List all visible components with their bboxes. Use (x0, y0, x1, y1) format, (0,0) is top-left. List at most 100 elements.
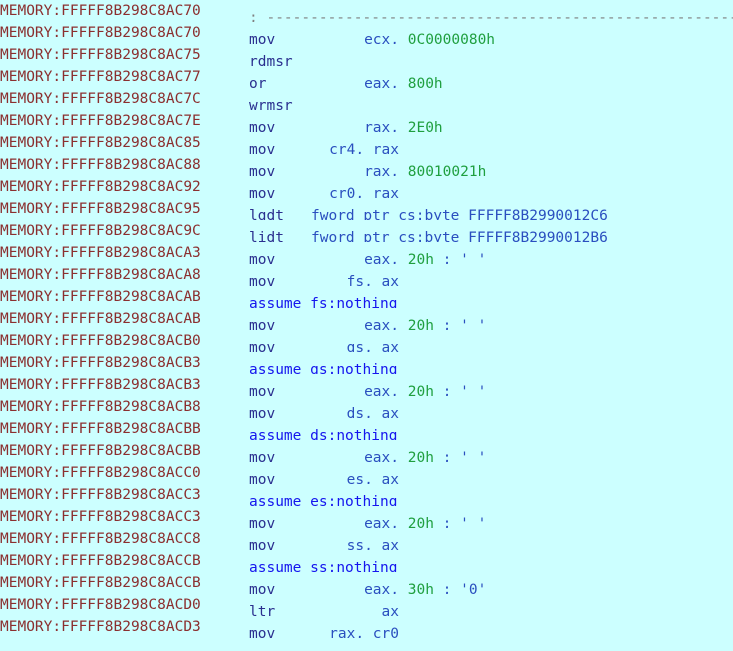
instruction-mnemonic: mov (249, 450, 276, 462)
instruction-operand[interactable]: eax, (311, 447, 399, 462)
instruction-mnemonic: mov (249, 274, 276, 286)
operand-spacer (399, 450, 408, 462)
line-address: MEMORY:FFFFF8B298C8AC7E (0, 113, 201, 129)
line-address: MEMORY:FFFFF8B298C8ACD3 (0, 619, 201, 635)
immediate-value[interactable]: 800h (408, 76, 443, 88)
disassembly-listing[interactable]: MEMORY:FFFFF8B298C8AC70 ; ---------------… (0, 0, 733, 651)
line-address: MEMORY:FFFFF8B298C8ACBB (0, 443, 201, 459)
instruction-mnemonic: mov (249, 582, 276, 594)
immediate-value[interactable]: 80010021h (408, 164, 487, 176)
instruction-operand[interactable]: es, ax (311, 469, 399, 484)
disassembly-line[interactable]: MEMORY:FFFFF8B298C8AC9C lidt fword ptr cs:… (0, 220, 733, 242)
line-address: MEMORY:FFFFF8B298C8AC77 (0, 69, 201, 85)
inline-comment: ; ' ' (442, 450, 487, 462)
instruction-operand[interactable]: rax, cr0 (311, 623, 399, 638)
instruction-operand[interactable]: fword ptr cs:byte_FFFFF8B2990012B6 (311, 230, 608, 242)
immediate-value[interactable]: 20h (408, 318, 434, 330)
disassembly-line[interactable]: MEMORY:FFFFF8B298C8ACBB assume ds:nothing (0, 418, 733, 440)
disassembly-line[interactable]: MEMORY:FFFFF8B298C8ACB3 mov eax, 20h ; ' ' (0, 374, 733, 396)
instruction-mnemonic: mov (249, 164, 276, 176)
directive-spacer (301, 362, 310, 374)
disassembly-line[interactable]: MEMORY:FFFFF8B298C8ACAB assume fs:nothing (0, 286, 733, 308)
instruction-operand[interactable]: eax, (311, 513, 399, 528)
instruction-operand[interactable]: cr0, rax (311, 183, 399, 198)
instruction-operand[interactable]: gs, ax (311, 337, 399, 352)
instruction-mnemonic: mov (249, 252, 276, 264)
disassembly-line[interactable]: MEMORY:FFFFF8B298C8AC77 or eax, 800h (0, 66, 733, 88)
disassembly-line[interactable]: MEMORY:FFFFF8B298C8AC70 ; ---------------… (0, 0, 733, 22)
instruction-mnemonic: mov (249, 120, 276, 132)
operand-spacer (399, 582, 408, 594)
line-address: MEMORY:FFFFF8B298C8AC70 (0, 3, 201, 19)
instruction-operand[interactable]: ds, ax (311, 403, 399, 418)
immediate-value[interactable]: 20h (408, 384, 434, 396)
line-address: MEMORY:FFFFF8B298C8ACB3 (0, 377, 201, 393)
immediate-value[interactable]: 2E0h (408, 120, 443, 132)
immediate-value[interactable]: 20h (408, 252, 434, 264)
assume-directive-keyword: assume (249, 494, 302, 506)
line-address: MEMORY:FFFFF8B298C8ACBB (0, 421, 201, 437)
operand-spacer (399, 252, 408, 264)
instruction-operand[interactable]: cr4, rax (311, 139, 399, 154)
disassembly-line[interactable]: MEMORY:FFFFF8B298C8AC7C wrmsr (0, 88, 733, 110)
disassembly-line[interactable]: MEMORY:FFFFF8B298C8ACBB mov eax, 20h ; ' ' (0, 440, 733, 462)
inline-comment: ; ' ' (442, 318, 487, 330)
comment-spacer (434, 582, 443, 594)
line-address: MEMORY:FFFFF8B298C8AC75 (0, 47, 201, 63)
instruction-operand[interactable]: rax, (311, 161, 399, 176)
disassembly-line[interactable]: MEMORY:FFFFF8B298C8ACB3 assume gs:nothing (0, 352, 733, 374)
instruction-operand[interactable]: fword ptr cs:byte_FFFFF8B2990012C6 (311, 208, 608, 220)
inline-comment: ; ' ' (442, 516, 487, 528)
instruction-mnemonic: mov (249, 142, 276, 154)
disassembly-line[interactable]: MEMORY:FFFFF8B298C8ACA3 mov eax, 20h ; ' ' (0, 242, 733, 264)
disassembly-line[interactable]: MEMORY:FFFFF8B298C8AC7E mov rax, 2E0h (0, 110, 733, 132)
instruction-operand[interactable]: eax, (311, 579, 399, 594)
disassembly-line[interactable]: MEMORY:FFFFF8B298C8AC88 mov rax, 80010021h (0, 154, 733, 176)
disassembly-line[interactable]: MEMORY:FFFFF8B298C8ACC3 mov eax, 20h ; ' ' (0, 506, 733, 528)
disassembly-line[interactable]: MEMORY:FFFFF8B298C8AC75 rdmsr (0, 44, 733, 66)
instruction-operand[interactable]: fs, ax (311, 271, 399, 286)
disassembly-line[interactable]: MEMORY:FFFFF8B298C8ACAB mov eax, 20h ; ' ' (0, 308, 733, 330)
line-address: MEMORY:FFFFF8B298C8AC7C (0, 91, 201, 107)
instruction-mnemonic: mov (249, 626, 276, 638)
disassembly-line[interactable]: MEMORY:FFFFF8B298C8AC92 mov cr0, rax (0, 176, 733, 198)
disassembly-line[interactable]: MEMORY:FFFFF8B298C8AC85 mov cr4, rax (0, 132, 733, 154)
disassembly-line[interactable]: MEMORY:FFFFF8B298C8ACD3 mov rax, cr0 (0, 616, 733, 638)
operand-spacer (399, 32, 408, 44)
disassembly-line[interactable]: MEMORY:FFFFF8B298C8ACC0 mov es, ax (0, 462, 733, 484)
inline-comment: ; '0' (442, 582, 487, 594)
directive-spacer (301, 494, 310, 506)
immediate-value[interactable]: 20h (408, 450, 434, 462)
instruction-mnemonic: mov (249, 406, 276, 418)
immediate-value[interactable]: 30h (408, 582, 434, 594)
disassembly-line[interactable]: MEMORY:FFFFF8B298C8ACD0 ltr ax (0, 594, 733, 616)
disassembly-line[interactable]: MEMORY:FFFFF8B298C8ACA8 mov fs, ax (0, 264, 733, 286)
disassembly-line[interactable]: MEMORY:FFFFF8B298C8ACC3 assume es:nothing (0, 484, 733, 506)
instruction-operand[interactable]: ss, ax (311, 535, 399, 550)
disassembly-line[interactable]: MEMORY:FFFFF8B298C8ACCB assume ss:nothing (0, 550, 733, 572)
disassembly-line[interactable]: MEMORY:FFFFF8B298C8AC95 lgdt fword ptr cs:… (0, 198, 733, 220)
line-address: MEMORY:FFFFF8B298C8ACA3 (0, 245, 201, 261)
disassembly-line[interactable]: MEMORY:FFFFF8B298C8ACCB mov eax, 30h ; '0' (0, 572, 733, 594)
immediate-value[interactable]: 20h (408, 516, 434, 528)
instruction-operand[interactable]: rax, (311, 117, 399, 132)
line-address: MEMORY:FFFFF8B298C8ACB3 (0, 355, 201, 371)
assume-directive-operand: fs:nothing (310, 296, 398, 308)
disassembly-line[interactable]: MEMORY:FFFFF8B298C8ACC8 mov ss, ax (0, 528, 733, 550)
instruction-operand[interactable]: ax (311, 601, 399, 616)
immediate-value[interactable]: 0C0000080h (408, 32, 495, 44)
assume-directive-operand: ss:nothing (310, 560, 398, 572)
disassembly-line[interactable]: MEMORY:FFFFF8B298C8ACB8 mov ds, ax (0, 396, 733, 418)
instruction-operand[interactable]: eax, (311, 73, 399, 88)
assume-directive-keyword: assume (249, 296, 302, 308)
instruction-operand[interactable]: ecx, (311, 29, 399, 44)
instruction-operand[interactable]: eax, (311, 249, 399, 264)
line-address: MEMORY:FFFFF8B298C8AC95 (0, 201, 201, 217)
operand-spacer (399, 516, 408, 528)
instruction-operand[interactable]: eax, (311, 381, 399, 396)
disassembly-line[interactable]: MEMORY:FFFFF8B298C8ACB0 mov gs, ax (0, 330, 733, 352)
instruction-operand[interactable]: eax, (311, 315, 399, 330)
line-address: MEMORY:FFFFF8B298C8ACCB (0, 553, 201, 569)
disassembly-line[interactable]: MEMORY:FFFFF8B298C8AC70 mov ecx, 0C0000080… (0, 22, 733, 44)
operand-spacer (399, 76, 408, 88)
